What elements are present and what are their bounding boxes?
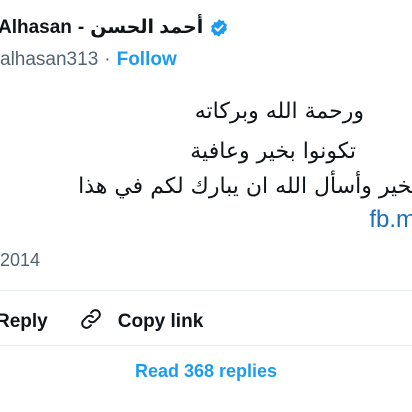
author-name-row[interactable]: Alhasan - أحمد الحسن (0, 16, 229, 39)
author-handle[interactable]: alhasan313 (0, 49, 98, 71)
tweet-text-line-1: ورحمة الله وبركاته (194, 99, 364, 124)
copy-link-button[interactable]: Copy link (78, 306, 204, 338)
tweet-text-line-2: تكونوا بخير وعافية (190, 139, 356, 164)
author-name-arabic[interactable]: أحمد الحسن (90, 16, 203, 39)
link-icon (78, 306, 118, 338)
read-replies-button[interactable]: Read 368 replies (0, 361, 412, 382)
verified-badge-icon (209, 18, 229, 38)
tweet-actions: Reply Copy link (0, 306, 203, 338)
author-handle-row: alhasan313 · Follow (0, 49, 177, 71)
follow-button[interactable]: Follow (117, 49, 177, 71)
tweet-text-line-3: بخير وأسأل الله ان يبارك لكم في هذا (78, 174, 412, 199)
author-name-separator: - (77, 16, 85, 38)
copy-link-label: Copy link (117, 311, 204, 332)
handle-separator: · (104, 49, 111, 70)
reply-button[interactable]: Reply (0, 311, 48, 333)
divider (0, 345, 412, 346)
tweet-link[interactable]: fb.m (369, 206, 412, 234)
divider (0, 290, 412, 291)
author-name-latin[interactable]: Alhasan (0, 17, 72, 39)
tweet-date[interactable]: 2014 (0, 250, 40, 271)
